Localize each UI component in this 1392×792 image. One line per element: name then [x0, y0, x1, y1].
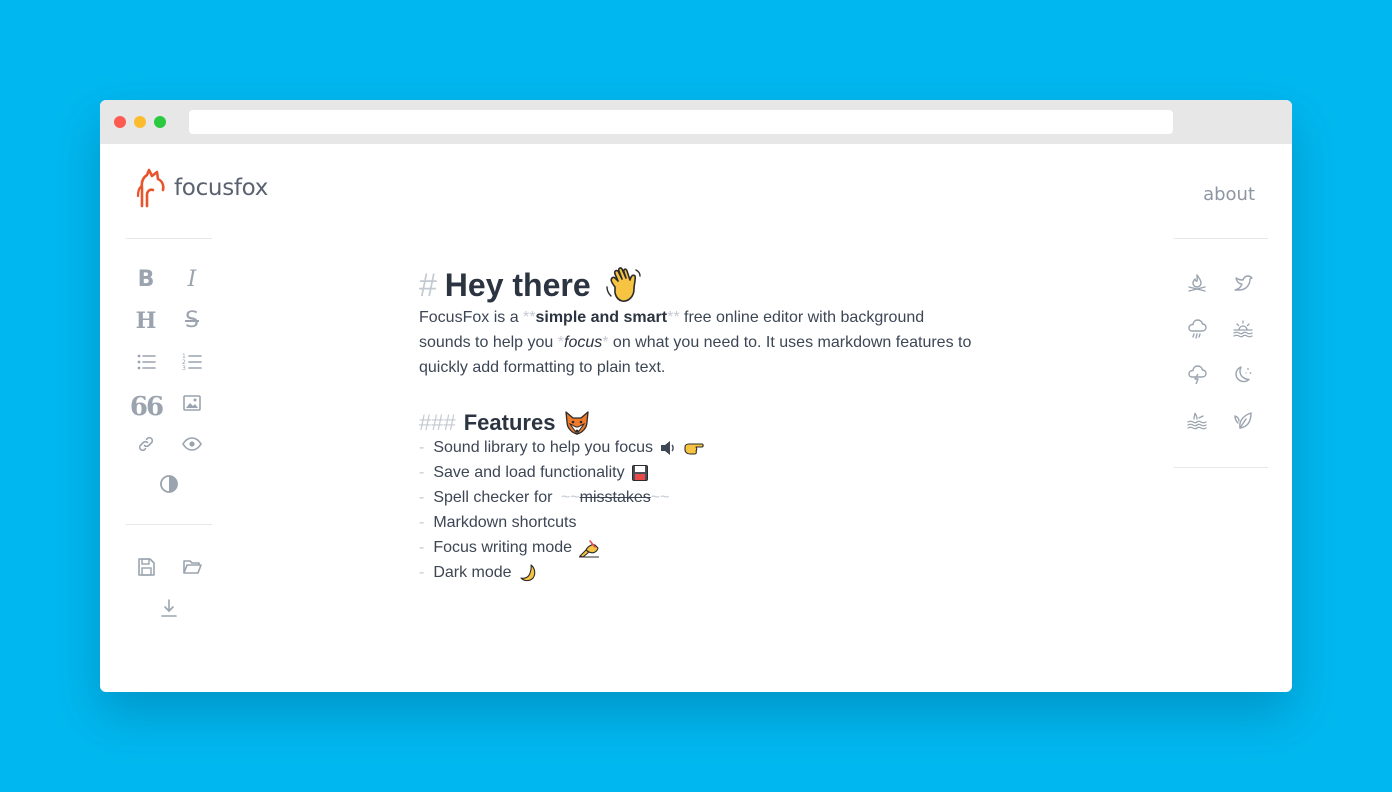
waving-hand-icon [605, 267, 641, 302]
bold-icon: B [137, 267, 155, 292]
download-button[interactable] [154, 593, 184, 623]
list-item: - Dark mode [419, 560, 979, 585]
quote-button[interactable]: 66 [129, 388, 164, 422]
strikethrough-button[interactable]: S [177, 306, 207, 336]
water-sound-button[interactable] [1182, 406, 1212, 436]
birds-sound-button[interactable] [1228, 268, 1258, 298]
campfire-icon [1188, 274, 1206, 292]
browser-titlebar [100, 100, 1292, 144]
heading-icon: H [135, 308, 157, 334]
fox-face-icon [565, 411, 590, 435]
list-item: - Spell checker for ~~ misstakes ~~ [419, 489, 670, 506]
about-link[interactable]: about [1203, 184, 1255, 205]
sunrise-waves-icon [1233, 320, 1253, 338]
bird-icon [1234, 275, 1253, 291]
strikethrough-icon: S [185, 308, 199, 333]
list-item: - Sound library to help you focus [419, 435, 979, 460]
svg-text:3: 3 [182, 365, 186, 372]
leaves-sound-button[interactable] [1228, 406, 1258, 436]
crescent-moon-icon [520, 563, 535, 581]
toolbar-divider-top [126, 238, 212, 239]
link-button[interactable] [131, 429, 161, 459]
toolbar-divider-bottom [126, 524, 212, 525]
fox-logo-icon [136, 168, 165, 208]
maximize-window-button[interactable] [154, 116, 166, 128]
intro-paragraph: FocusFox is a **simple and smart** free … [419, 309, 972, 376]
list-item: - Save and load functionality [419, 460, 979, 485]
close-window-button[interactable] [114, 116, 126, 128]
save-icon [138, 558, 155, 576]
list-item: - Focus writing mode [419, 535, 979, 560]
night-sound-button[interactable] [1228, 360, 1258, 390]
markdown-editor[interactable]: # Hey there FocusFox is a **simple and s… [419, 262, 979, 585]
leaf-icon [1234, 412, 1252, 429]
address-bar[interactable] [189, 110, 1173, 134]
sounds-divider-top [1174, 238, 1268, 239]
logo-text: focusfox [174, 175, 269, 201]
h1-marker: # [419, 267, 437, 303]
rain-cloud-icon [1188, 319, 1207, 339]
eye-icon [182, 437, 202, 451]
folder-open-icon [183, 560, 202, 574]
download-icon [161, 599, 177, 617]
bullet-list-button[interactable] [131, 347, 161, 377]
save-button[interactable] [131, 552, 161, 582]
sounds-divider-bottom [1174, 467, 1268, 468]
moon-icon [1235, 366, 1252, 383]
italic-button[interactable]: I [177, 265, 207, 295]
link-icon [138, 436, 154, 452]
browser-window: focusfox about B I H S 123 66 # Hey ther… [100, 100, 1292, 692]
numbered-list-icon: 123 [182, 353, 202, 372]
water-waves-icon [1187, 412, 1207, 430]
h1-text: Hey there [444, 267, 591, 303]
bold-button[interactable]: B [131, 265, 161, 295]
image-icon [183, 395, 201, 411]
speaker-icon [661, 440, 674, 455]
preview-button[interactable] [177, 429, 207, 459]
focusfox-logo[interactable]: focusfox [136, 166, 268, 210]
thunderstorm-icon [1188, 365, 1207, 385]
open-file-button[interactable] [177, 552, 207, 582]
dark-mode-toggle[interactable] [154, 469, 184, 499]
thunder-sound-button[interactable] [1182, 360, 1212, 390]
rain-sound-button[interactable] [1182, 314, 1212, 344]
sunrise-sound-button[interactable] [1228, 314, 1258, 344]
heading-button[interactable]: H [131, 306, 161, 336]
floppy-disk-icon [631, 464, 648, 481]
image-button[interactable] [177, 388, 207, 418]
italic-icon: I [187, 267, 197, 292]
campfire-sound-button[interactable] [1182, 268, 1212, 298]
writing-hand-icon [579, 539, 600, 558]
numbered-list-button[interactable]: 123 [177, 347, 207, 377]
pointing-right-icon [684, 442, 704, 455]
bullet-list-icon [137, 354, 156, 370]
minimize-window-button[interactable] [134, 116, 146, 128]
list-item: - Markdown shortcuts [419, 514, 577, 531]
heading-hey-there: # Hey there [419, 262, 979, 308]
contrast-icon [160, 475, 178, 493]
quote-icon: 66 [129, 392, 164, 422]
